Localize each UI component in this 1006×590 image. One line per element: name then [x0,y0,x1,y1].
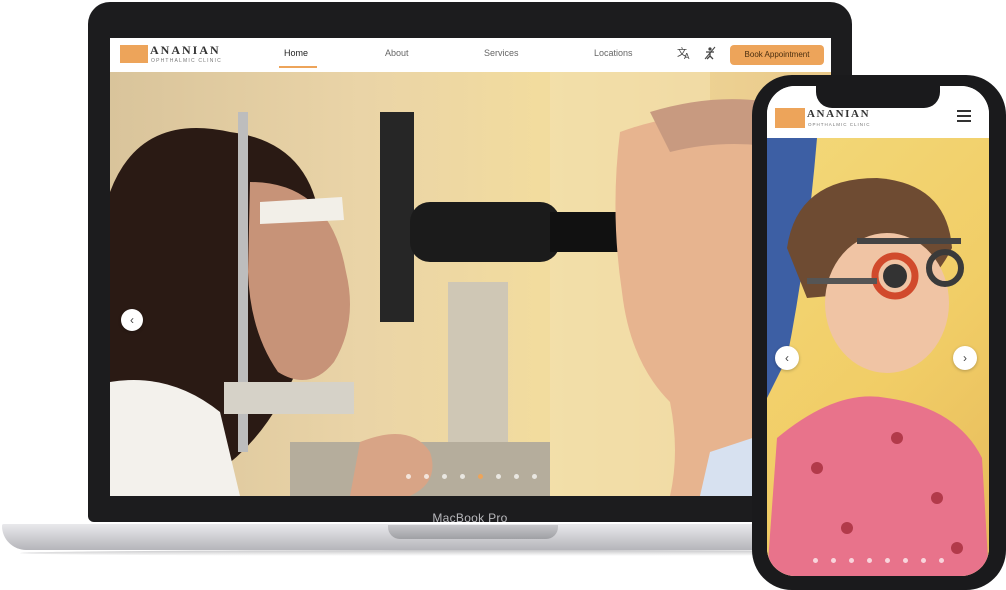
nav-services[interactable]: Services [484,48,519,58]
phone-screen: ANANIAN OPHTHALMIC CLINIC ‹ › [767,86,989,576]
active-tab-indicator [279,66,317,68]
logo-mark [120,45,148,63]
phone-logo-tagline: OPHTHALMIC CLINIC [808,122,871,127]
phone-carousel-dot[interactable] [903,558,908,563]
phone-hero-slider: ‹ › [767,138,989,576]
carousel-prev-button[interactable]: ‹ [121,309,143,331]
laptop-screen: ANANIAN OPHTHALMIC CLINIC Home About Ser… [110,38,831,496]
logo-name[interactable]: ANANIAN [150,43,221,58]
phone-carousel-dot[interactable] [849,558,854,563]
carousel-dot[interactable] [424,474,429,479]
navbar: ANANIAN OPHTHALMIC CLINIC Home About Ser… [110,38,831,72]
phone-carousel-dot[interactable] [867,558,872,563]
hero-photo [110,72,831,496]
hamburger-menu-icon[interactable] [957,110,971,122]
phone-carousel-dot[interactable] [939,558,944,563]
carousel-dot[interactable] [406,474,411,479]
book-appointment-button[interactable]: Book Appointment [730,45,824,65]
logo-tagline: OPHTHALMIC CLINIC [151,58,222,64]
accessibility-icon[interactable] [703,46,717,63]
hero-slider: ‹ [110,72,831,496]
laptop-model-label: MacBook Pro [432,511,508,525]
carousel-dot[interactable] [460,474,465,479]
phone-carousel-dots [813,558,953,564]
phone-carousel-dot[interactable] [921,558,926,563]
phone-logo-mark [775,108,805,128]
carousel-dot[interactable] [532,474,537,479]
carousel-dot[interactable] [442,474,447,479]
carousel-dot[interactable] [514,474,519,479]
phone-logo-name[interactable]: ANANIAN [807,108,870,120]
phone-notch [816,86,940,108]
nav-about[interactable]: About [385,48,409,58]
phone-carousel-next-button[interactable]: › [953,346,977,370]
carousel-dot[interactable] [496,474,501,479]
phone-carousel-dot[interactable] [831,558,836,563]
nav-locations[interactable]: Locations [594,48,633,58]
phone-carousel-prev-button[interactable]: ‹ [775,346,799,370]
nav-home[interactable]: Home [284,48,308,58]
carousel-dots [406,474,546,480]
laptop-hinge-notch [388,525,558,539]
carousel-dot-active[interactable] [478,474,483,479]
phone-carousel-dot[interactable] [813,558,818,563]
phone-carousel-dot[interactable] [885,558,890,563]
svg-text:A: A [684,52,690,60]
translate-icon[interactable]: 文A [677,46,691,63]
